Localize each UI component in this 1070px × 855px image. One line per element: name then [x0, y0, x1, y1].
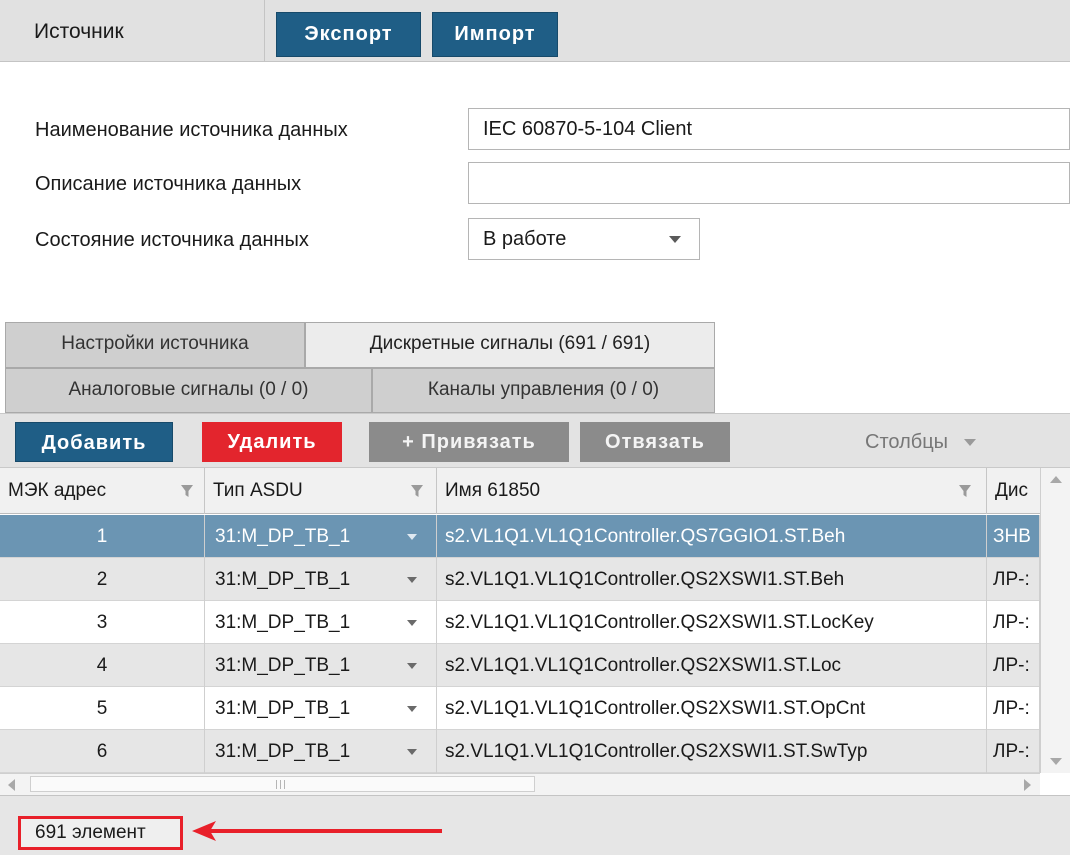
chevron-down-icon[interactable] [407, 662, 417, 669]
chevron-down-icon [669, 236, 681, 243]
chevron-down-icon[interactable] [407, 705, 417, 712]
cell-asdu-type[interactable]: 31:M_DP_TB_1 [205, 644, 437, 687]
cell-iec-address: 3 [0, 601, 205, 644]
cell-name-61850: s2.VL1Q1.VL1Q1Controller.QS7GGIO1.ST.Beh [437, 515, 987, 558]
source-name-field[interactable]: IEC 60870-5-104 Client [468, 108, 1070, 150]
cell-iec-address: 5 [0, 687, 205, 730]
scroll-left-icon[interactable] [8, 779, 15, 791]
source-description-label: Описание источника данных [35, 173, 302, 195]
source-description-field[interactable] [468, 162, 1070, 204]
export-button[interactable]: Экспорт [276, 12, 421, 57]
chevron-down-icon[interactable] [407, 748, 417, 755]
cell-asdu-type[interactable]: 31:M_DP_TB_1 [205, 601, 437, 644]
cell-iec-address: 6 [0, 730, 205, 773]
cell-iec-address: 4 [0, 644, 205, 687]
cell-iec-address: 1 [0, 515, 205, 558]
cell-iec-address: 2 [0, 558, 205, 601]
status-bar: 691 элемент [0, 795, 1070, 855]
table-row[interactable]: 3 31:M_DP_TB_1 s2.VL1Q1.VL1Q1Controller.QS… [0, 601, 1040, 644]
cell-name-61850: s2.VL1Q1.VL1Q1Controller.QS2XSWI1.ST.OpC… [437, 687, 987, 730]
tab-discrete-signals[interactable]: Дискретные сигналы (691 / 691) [305, 322, 715, 368]
cell-dispatch: ЛР-: [987, 687, 1040, 730]
column-header-label: Дис [995, 480, 1028, 501]
arrow-left-icon [192, 821, 442, 841]
cell-name-61850: s2.VL1Q1.VL1Q1Controller.QS2XSWI1.ST.Loc… [437, 601, 987, 644]
cell-dispatch: ЛР-: [987, 601, 1040, 644]
cell-asdu-type[interactable]: 31:M_DP_TB_1 [205, 687, 437, 730]
scroll-down-icon[interactable] [1050, 758, 1062, 765]
item-count: 691 элемент [18, 816, 183, 850]
columns-label: Столбцы [865, 431, 949, 453]
cell-dispatch: ЛР-: [987, 644, 1040, 687]
tab-source-settings[interactable]: Настройки источника [5, 322, 305, 368]
source-name-label: Наименование источника данных [35, 119, 348, 141]
cell-asdu-type[interactable]: 31:M_DP_TB_1 [205, 558, 437, 601]
source-state-select[interactable]: В работе [468, 218, 700, 260]
source-state-value: В работе [483, 228, 567, 250]
top-tab-bar: Источник Экспорт Импорт [0, 0, 1070, 62]
table-row[interactable]: 2 31:M_DP_TB_1 s2.VL1Q1.VL1Q1Controller.QS… [0, 558, 1040, 601]
tab-source[interactable]: Источник [14, 10, 264, 54]
chevron-down-icon [963, 439, 976, 447]
source-tabs: Настройки источника Дискретные сигналы (… [0, 320, 1070, 413]
unbind-button[interactable]: Отвязать [580, 422, 730, 462]
cell-dispatch: ЛР-: [987, 558, 1040, 601]
columns-button[interactable]: Столбцы [865, 422, 1015, 462]
vertical-scrollbar[interactable] [1040, 468, 1070, 773]
column-header-label: МЭК адрес [8, 480, 107, 501]
horizontal-scrollbar[interactable] [0, 773, 1040, 795]
chevron-down-icon[interactable] [407, 619, 417, 626]
filter-icon[interactable] [180, 483, 194, 499]
filter-icon[interactable] [410, 483, 424, 499]
cell-asdu-type[interactable]: 31:M_DP_TB_1 [205, 730, 437, 773]
table-row[interactable]: 5 31:M_DP_TB_1 s2.VL1Q1.VL1Q1Controller.QS… [0, 687, 1040, 730]
cell-name-61850: s2.VL1Q1.VL1Q1Controller.QS2XSWI1.ST.SwT… [437, 730, 987, 773]
scroll-right-icon[interactable] [1024, 779, 1031, 791]
cell-dispatch: ЛР-: [987, 730, 1040, 773]
column-header-iec-address[interactable]: МЭК адрес [0, 468, 205, 514]
source-state-label: Состояние источника данных [35, 229, 309, 251]
tab-analog-signals[interactable]: Аналоговые сигналы (0 / 0) [5, 368, 372, 413]
column-header-name-61850[interactable]: Имя 61850 [437, 468, 987, 514]
column-header-label: Имя 61850 [445, 480, 541, 501]
chevron-down-icon[interactable] [407, 576, 417, 583]
column-header-label: Тип ASDU [213, 480, 303, 501]
import-button[interactable]: Импорт [432, 12, 558, 57]
table-row[interactable]: 1 31:M_DP_TB_1 s2.VL1Q1.VL1Q1Controller.QS… [0, 515, 1040, 558]
filter-icon[interactable] [958, 483, 972, 499]
scroll-thumb[interactable] [30, 776, 535, 792]
column-header-asdu-type[interactable]: Тип ASDU [205, 468, 437, 514]
delete-button[interactable]: Удалить [202, 422, 342, 462]
column-header-dispatch[interactable]: Дис [987, 468, 1040, 514]
table-header: МЭК адрес Тип ASDU Имя 61850 Дис [0, 468, 1070, 514]
divider [264, 0, 265, 62]
bind-button[interactable]: + Привязать [369, 422, 569, 462]
cell-name-61850: s2.VL1Q1.VL1Q1Controller.QS2XSWI1.ST.Beh [437, 558, 987, 601]
cell-name-61850: s2.VL1Q1.VL1Q1Controller.QS2XSWI1.ST.Loc [437, 644, 987, 687]
cell-asdu-type[interactable]: 31:M_DP_TB_1 [205, 515, 437, 558]
scroll-up-icon[interactable] [1050, 476, 1062, 483]
add-button[interactable]: Добавить [15, 422, 173, 462]
signals-toolbar: Добавить Удалить + Привязать Отвязать Ст… [0, 413, 1070, 468]
table-row[interactable]: 4 31:M_DP_TB_1 s2.VL1Q1.VL1Q1Controller.QS… [0, 644, 1040, 687]
chevron-down-icon[interactable] [407, 533, 417, 540]
cell-dispatch: ЗНВ [987, 515, 1040, 558]
tab-control-channels[interactable]: Каналы управления (0 / 0) [372, 368, 715, 413]
table-row[interactable]: 6 31:M_DP_TB_1 s2.VL1Q1.VL1Q1Controller.QS… [0, 730, 1040, 773]
